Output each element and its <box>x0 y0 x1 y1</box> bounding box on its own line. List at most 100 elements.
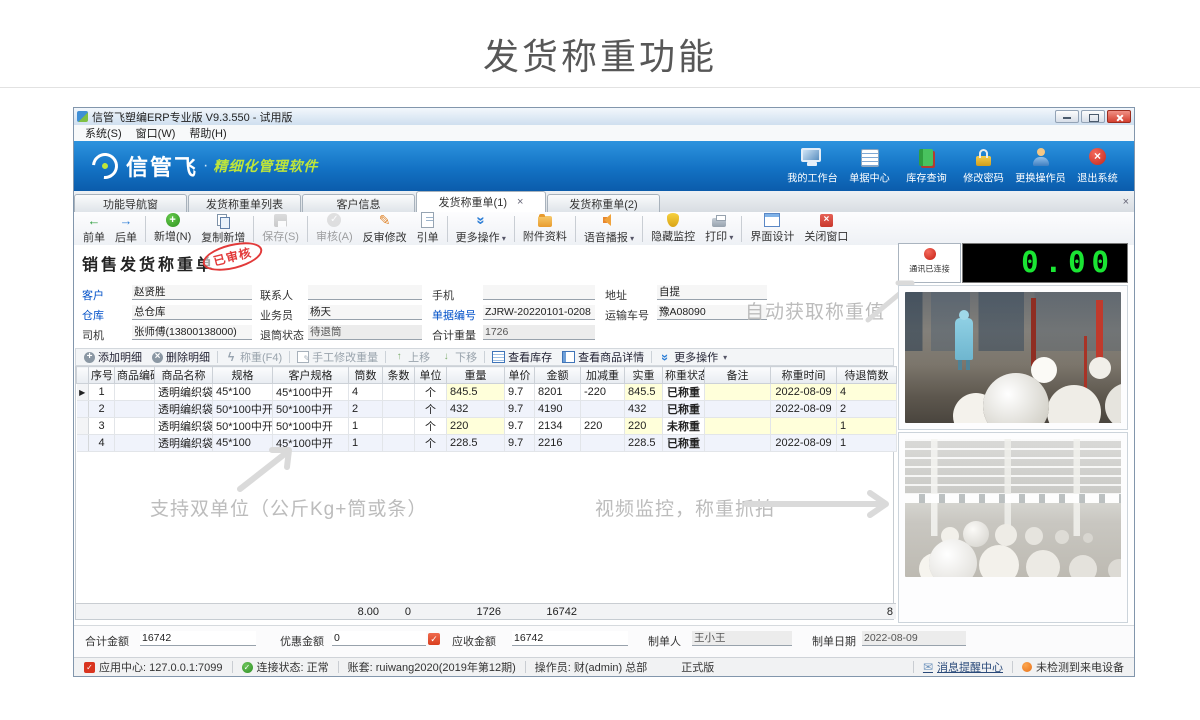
cell-备注[interactable] <box>705 435 771 452</box>
cell-待退筒数[interactable]: 4 <box>837 384 897 401</box>
quick-action-doc-center[interactable]: 单据中心 <box>841 147 898 186</box>
tab-0[interactable]: 功能导航窗 <box>74 194 187 212</box>
toolbar-ui-design-button[interactable]: 界面设计 <box>745 212 799 245</box>
column-header-3: 规格 <box>213 367 273 384</box>
field-input-6[interactable]: ZJRW-20220101-0208 <box>483 305 595 320</box>
field-input-8[interactable]: 张师傅(13800138000) <box>132 325 252 340</box>
tabs: 功能导航窗 发货称重单列表 客户信息发货称重单(1)×发货称重单(2) <box>74 191 661 212</box>
tab-label: 发货称重单列表 <box>206 196 283 212</box>
toolbar-voice-broadcast-button[interactable]: 语音播报 <box>579 212 639 246</box>
cell-称重状态: 已称重 <box>663 435 705 452</box>
cell-称重时间[interactable] <box>771 418 837 435</box>
summary-待退筒数: 8 <box>836 604 896 620</box>
toolbar-more-ops-button[interactable]: 更多操作 <box>451 212 511 246</box>
discount-confirm-icon[interactable] <box>428 633 440 645</box>
toolbar-print-button[interactable]: 打印 <box>700 213 738 245</box>
cell-实重[interactable]: 845.5 <box>625 384 663 401</box>
field-input-5[interactable]: 杨天 <box>308 305 422 320</box>
tabbar-close-icon[interactable]: × <box>1123 196 1129 208</box>
cell-称重时间[interactable]: 2022-08-09 <box>771 435 837 452</box>
cell-重量[interactable]: 220 <box>447 418 505 435</box>
main-toolbar: 前单后单新增(N)复制新增保存(S)审核(A)反审修改引单更多操作附件资料语音播… <box>74 212 1134 246</box>
field-input-4[interactable]: 总仓库 <box>132 305 252 320</box>
minimize-icon[interactable] <box>1055 110 1079 123</box>
detail-delete-detail-button[interactable]: 删除明细 <box>147 349 215 365</box>
detail-view-stock-button[interactable]: 查看库存 <box>487 349 557 365</box>
field-input-0[interactable]: 赵贤胜 <box>132 285 252 300</box>
bottom-field-label-0: 合计金额 <box>85 633 129 649</box>
toolbar-unaudit-modify-button[interactable]: 反审修改 <box>358 212 412 246</box>
cell-重量[interactable]: 432 <box>447 401 505 418</box>
row-selector[interactable] <box>77 435 89 452</box>
row-selector[interactable] <box>77 418 89 435</box>
toolbar-separator <box>514 216 515 242</box>
cell-备注[interactable] <box>705 384 771 401</box>
cell-重量[interactable]: 228.5 <box>447 435 505 452</box>
cell-序号: 2 <box>89 401 115 418</box>
field-input-2[interactable] <box>483 285 595 300</box>
cell-称重时间[interactable]: 2022-08-09 <box>771 401 837 418</box>
bottom-field-input-1[interactable]: 0 <box>332 631 426 646</box>
detail-add-detail-button[interactable]: 添加明细 <box>79 349 147 365</box>
bottom-field-input-0[interactable]: 16742 <box>140 631 256 646</box>
camera-feed-warehouse <box>905 439 1121 577</box>
cell-实重[interactable]: 228.5 <box>625 435 663 452</box>
cell-实重[interactable]: 432 <box>625 401 663 418</box>
cell-重量[interactable]: 845.5 <box>447 384 505 401</box>
editbox-icon <box>297 351 309 363</box>
brand-logo-icon <box>87 148 124 185</box>
bottom-field-label-3: 制单人 <box>648 633 681 649</box>
cell-客户规格: 45*100中开 <box>273 384 349 401</box>
tab-1[interactable]: 发货称重单列表 <box>188 194 301 212</box>
change-password-icon <box>955 147 1012 170</box>
field-input-1[interactable] <box>308 285 422 300</box>
toolbar-next-doc-button[interactable]: 后单 <box>110 212 142 246</box>
cell-备注[interactable] <box>705 401 771 418</box>
maximize-icon[interactable] <box>1081 110 1105 123</box>
toolbar-close-window-button[interactable]: 关闭窗口 <box>799 213 853 245</box>
toolbar-attachments-button[interactable]: 附件资料 <box>518 212 572 245</box>
toolbar-add-new-button[interactable]: 新增(N) <box>149 212 196 245</box>
summary-条数: 0 <box>382 604 414 620</box>
quick-action-switch-operator[interactable]: 更换操作员 <box>1012 147 1069 186</box>
detail-weigh-f4-button: 称重(F4) <box>220 349 287 365</box>
cell-待退筒数[interactable]: 2 <box>837 401 897 418</box>
quick-action-change-password[interactable]: 修改密码 <box>955 147 1012 186</box>
cell-称重时间[interactable]: 2022-08-09 <box>771 384 837 401</box>
column-header-7: 单位 <box>415 367 447 384</box>
menu-item-1[interactable]: 窗口(W) <box>129 125 183 141</box>
close-icon[interactable] <box>1107 110 1131 123</box>
cell-备注[interactable] <box>705 418 771 435</box>
quick-action-workbench[interactable]: 我的工作台 <box>784 147 841 186</box>
detail-separator <box>484 351 485 363</box>
toolbar-prev-doc-button[interactable]: 前单 <box>78 212 110 246</box>
field-label-8: 司机 <box>82 327 104 343</box>
summary-金额: 16742 <box>534 604 580 620</box>
tab-close-icon[interactable]: × <box>517 197 523 208</box>
row-selector[interactable]: ▶ <box>77 384 89 401</box>
row-selector[interactable] <box>77 401 89 418</box>
field-input-10: 1726 <box>483 325 595 340</box>
quick-action-stock-query[interactable]: 库存查询 <box>898 147 955 186</box>
menu-item-2[interactable]: 帮助(H) <box>182 125 233 141</box>
toolbar-ref-doc-button[interactable]: 引单 <box>412 211 444 246</box>
tab-3[interactable]: 发货称重单(1)× <box>416 191 546 212</box>
menu-item-0[interactable]: 系统(S) <box>78 125 129 141</box>
cell-待退筒数[interactable]: 1 <box>837 418 897 435</box>
status-item-right-0[interactable]: 消息提醒中心 <box>919 659 1007 675</box>
toolbar-copy-new-button[interactable]: 复制新增 <box>196 212 250 246</box>
tab-2[interactable]: 客户信息 <box>302 194 415 212</box>
quick-action-exit-system[interactable]: 退出系统 <box>1069 147 1126 186</box>
tab-4[interactable]: 发货称重单(2) <box>547 194 660 212</box>
status-item-left-3: 操作员: 财(admin) 总部 <box>531 659 651 675</box>
detail-view-product-detail-button[interactable]: 查看商品详情 <box>557 349 649 365</box>
toolbar-button-label: 更多操作 <box>456 229 506 245</box>
cell-待退筒数[interactable]: 1 <box>837 435 897 452</box>
cell-实重[interactable]: 220 <box>625 418 663 435</box>
toolbar-separator <box>642 216 643 242</box>
toolbar-hide-monitor-button[interactable]: 隐藏监控 <box>646 212 700 245</box>
toolbar-button-label: 语音播报 <box>584 229 634 245</box>
bottom-field-input-2[interactable]: 16742 <box>512 631 628 646</box>
cell-商品编码 <box>115 384 155 401</box>
detail-more-ops-2-button[interactable]: 更多操作 <box>654 349 732 365</box>
